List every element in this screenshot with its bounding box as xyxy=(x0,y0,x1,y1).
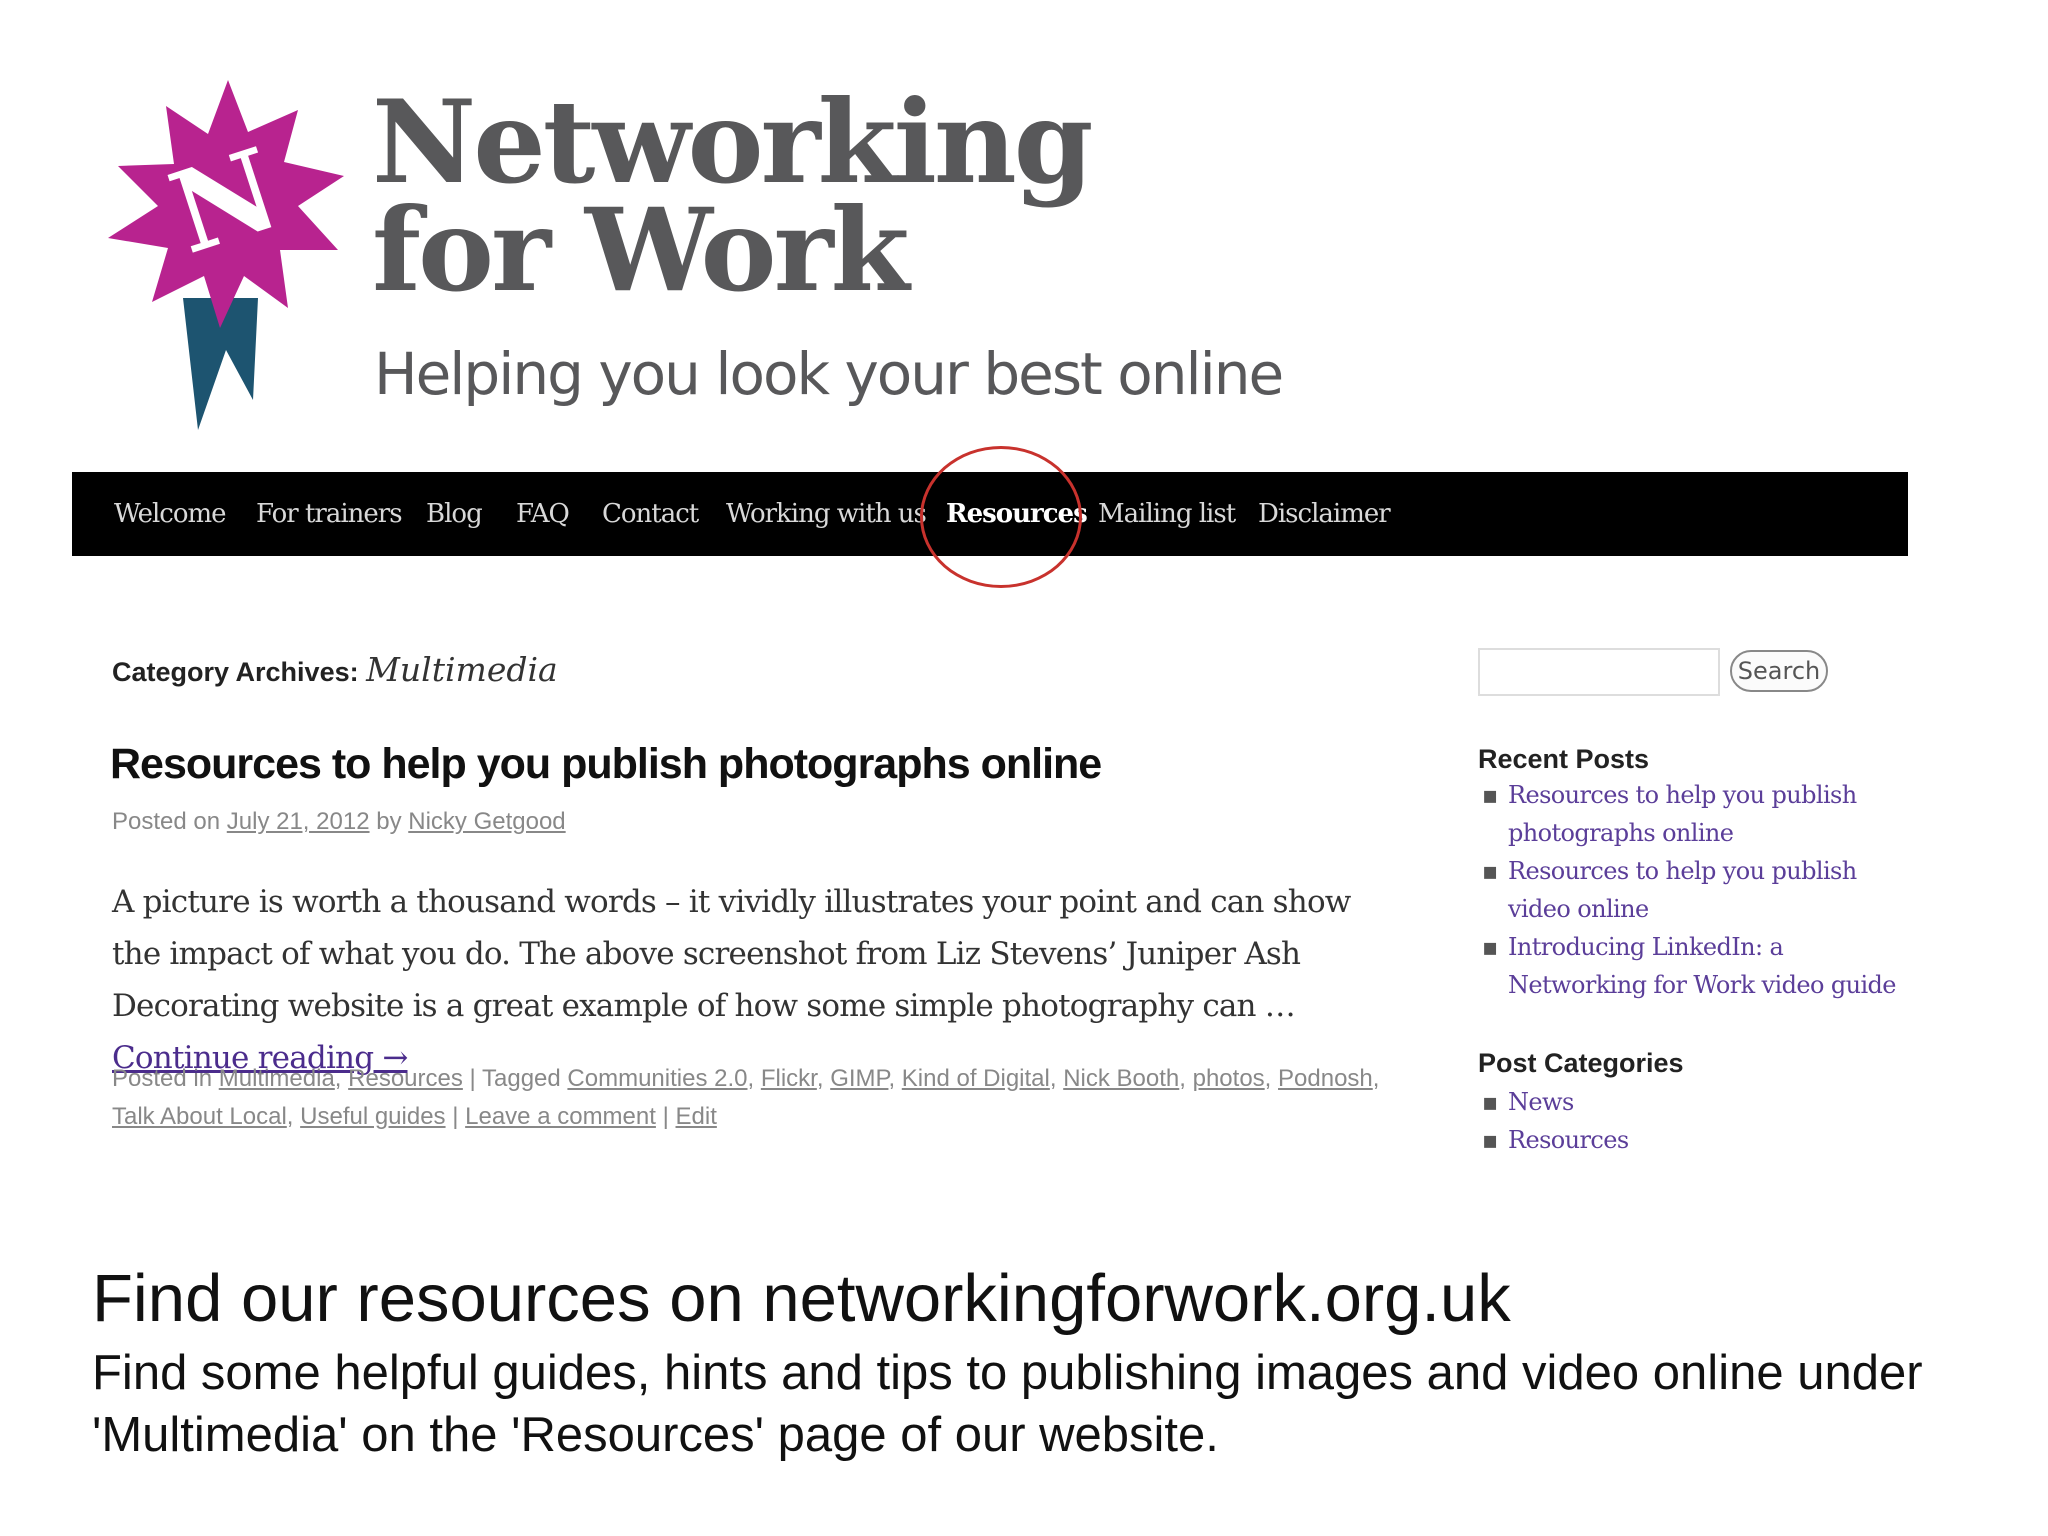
recent-post-link[interactable]: Resources to help you publish photograph… xyxy=(1508,781,1857,847)
brand-title-line1: Networking xyxy=(372,75,1094,209)
tag-link[interactable]: Communities 2.0 xyxy=(567,1065,747,1092)
recent-post-item[interactable]: ▪ Introducing LinkedIn: a Networking for … xyxy=(1478,928,1898,1004)
edit-link[interactable]: Edit xyxy=(676,1103,717,1130)
category-link[interactable]: Resources xyxy=(348,1065,463,1092)
tag-link[interactable]: Nick Booth xyxy=(1063,1065,1179,1092)
recent-post-link[interactable]: Resources to help you publish video onli… xyxy=(1508,857,1857,923)
category-item-link[interactable]: News xyxy=(1508,1088,1574,1116)
tag-link[interactable]: Talk About Local xyxy=(112,1103,287,1130)
author-link[interactable]: Nicky Getgood xyxy=(408,808,565,835)
posted-on-label: Posted on xyxy=(112,808,221,835)
brand-title-line2: for Work xyxy=(372,183,910,317)
separator: | xyxy=(469,1065,476,1092)
post-meta: Posted on July 21, 2012 by Nicky Getgood xyxy=(112,808,566,836)
by-label: by xyxy=(376,808,402,835)
recent-post-item[interactable]: ▪ Resources to help you publish video onl… xyxy=(1478,852,1898,928)
excerpt-text: A picture is worth a thousand words – it… xyxy=(112,884,1351,1024)
nav-item-working-with-us[interactable]: Working with us xyxy=(726,472,927,556)
bullet: ▪ xyxy=(1482,1088,1498,1116)
tag-link[interactable]: Kind of Digital xyxy=(902,1065,1050,1092)
nav-item-for-trainers[interactable]: For trainers xyxy=(256,472,403,556)
post-date-link[interactable]: July 21, 2012 xyxy=(227,808,370,835)
posted-in-label: Posted in xyxy=(112,1065,213,1092)
archive-category: Multimedia xyxy=(366,650,558,689)
nav-item-welcome[interactable]: Welcome xyxy=(114,472,227,556)
bullet: ▪ xyxy=(1482,933,1498,961)
nav-item-faq[interactable]: FAQ xyxy=(516,472,570,556)
nav-item-contact[interactable]: Contact xyxy=(602,472,699,556)
caption-title: Find our resources on networkingforwork.… xyxy=(92,1261,1511,1336)
recent-posts-list: ▪ Resources to help you publish photograp… xyxy=(1478,776,1898,1004)
nav-item-disclaimer[interactable]: Disclaimer xyxy=(1258,472,1391,556)
tag-link[interactable]: photos xyxy=(1193,1065,1265,1092)
brand-tagline: Helping you look your best online xyxy=(374,340,1284,408)
caption-body: Find some helpful guides, hints and tips… xyxy=(92,1346,1923,1462)
separator: | xyxy=(662,1103,669,1130)
category-link[interactable]: Multimedia xyxy=(219,1065,335,1092)
tagged-label: Tagged xyxy=(482,1065,561,1092)
archive-heading: Category Archives: Multimedia xyxy=(112,650,558,689)
recent-post-item[interactable]: ▪ Resources to help you publish photograp… xyxy=(1478,776,1898,852)
brand-title: Networking for Work xyxy=(372,75,1094,317)
post-categories-title: Post Categories xyxy=(1478,1048,1684,1078)
tag-link[interactable]: Podnosh xyxy=(1278,1065,1373,1092)
recent-posts-title: Recent Posts xyxy=(1478,744,1650,774)
bullet: ▪ xyxy=(1482,781,1498,809)
post-categories-list: ▪ News ▪ Resources xyxy=(1478,1083,1898,1159)
category-item-link[interactable]: Resources xyxy=(1508,1126,1629,1154)
recent-post-link[interactable]: Introducing LinkedIn: a Networking for W… xyxy=(1508,933,1896,999)
post-excerpt: A picture is worth a thousand words – it… xyxy=(112,876,1372,1084)
category-item[interactable]: ▪ Resources xyxy=(1478,1121,1898,1159)
search-button[interactable]: Search xyxy=(1730,650,1828,692)
post-title[interactable]: Resources to help you publish photograph… xyxy=(110,740,1102,789)
leave-comment-link[interactable]: Leave a comment xyxy=(465,1103,656,1130)
archive-prefix: Category Archives: xyxy=(112,657,359,687)
tag-link[interactable]: GIMP xyxy=(830,1065,888,1092)
bullet: ▪ xyxy=(1482,1126,1498,1154)
nav-item-mailing-list[interactable]: Mailing list xyxy=(1098,472,1236,556)
main-navigation: Welcome For trainers Blog FAQ Contact Wo… xyxy=(72,472,1908,556)
nav-item-blog[interactable]: Blog xyxy=(426,472,483,556)
category-item[interactable]: ▪ News xyxy=(1478,1083,1898,1121)
nav-item-resources[interactable]: Resources xyxy=(946,472,1088,556)
bullet: ▪ xyxy=(1482,857,1498,885)
search-input[interactable] xyxy=(1478,648,1720,696)
tag-link[interactable]: Useful guides xyxy=(300,1103,445,1130)
separator: | xyxy=(452,1103,459,1130)
post-footer-meta: Posted in Multimedia, Resources | Tagged… xyxy=(112,1065,1380,1130)
networking-for-work-logo: N xyxy=(108,80,344,430)
tag-link[interactable]: Flickr xyxy=(761,1065,817,1092)
